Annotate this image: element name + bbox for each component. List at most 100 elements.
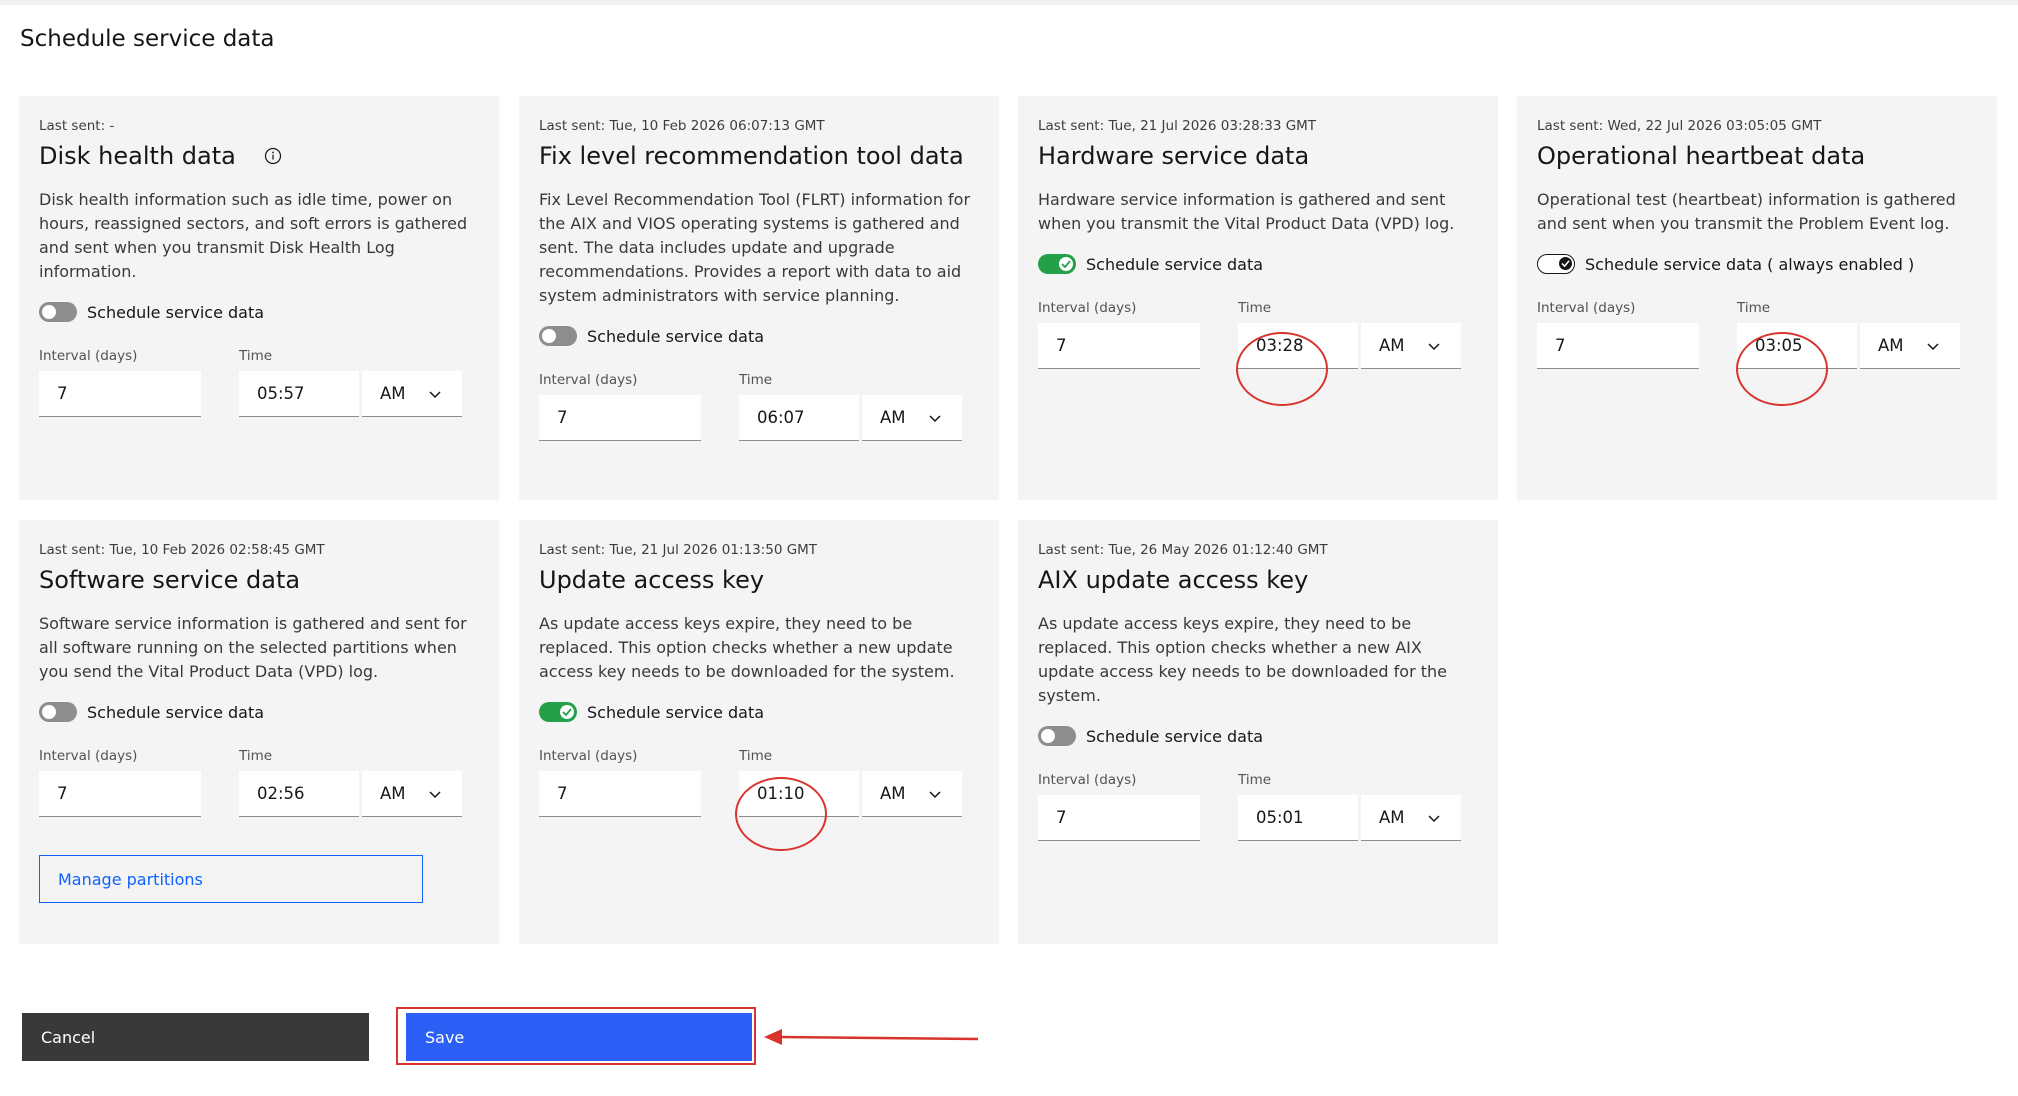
checkmark-icon bbox=[562, 708, 572, 716]
card-title-text: Disk health data bbox=[39, 142, 236, 170]
schedule-toggle-label: Schedule service data bbox=[587, 702, 765, 722]
interval-input[interactable]: 7 bbox=[1038, 795, 1200, 841]
card-description: Fix Level Recommendation Tool (FLRT) inf… bbox=[539, 190, 971, 305]
schedule-toggle-label: Schedule service data ( always enabled ) bbox=[1585, 254, 1915, 274]
card-software: Last sent: Tue, 10 Feb 2026 02:58:45 GMT… bbox=[19, 520, 499, 944]
cancel-button[interactable]: Cancel bbox=[22, 1013, 369, 1061]
ampm-value: AM bbox=[880, 784, 906, 803]
ampm-value: AM bbox=[880, 408, 906, 427]
schedule-toggle[interactable] bbox=[39, 702, 77, 722]
last-sent: Last sent: Tue, 21 Jul 2026 03:28:33 GMT bbox=[1038, 118, 1317, 134]
card-description: Operational test (heartbeat) information… bbox=[1537, 190, 1956, 233]
card-title-text: Operational heartbeat data bbox=[1537, 142, 1866, 170]
interval-label: Interval (days) bbox=[539, 748, 638, 764]
schedule-toggle-label: Schedule service data bbox=[87, 302, 265, 322]
checkmark-icon bbox=[1561, 260, 1570, 267]
schedule-toggle-locked bbox=[1537, 254, 1575, 274]
time-input[interactable]: 02:56 bbox=[239, 771, 359, 817]
time-input[interactable]: 03:05 bbox=[1737, 323, 1857, 369]
interval-label: Interval (days) bbox=[1537, 300, 1636, 316]
interval-input[interactable]: 7 bbox=[39, 371, 201, 417]
interval-label: Interval (days) bbox=[539, 372, 638, 388]
schedule-toggle-row: Schedule service data bbox=[1038, 250, 1478, 278]
card-description: Disk health information such as idle tim… bbox=[39, 190, 468, 281]
chevron-down-icon bbox=[929, 414, 941, 422]
card-title-text: Update access key bbox=[539, 566, 765, 594]
schedule-toggle[interactable] bbox=[539, 702, 577, 722]
chevron-down-icon bbox=[1927, 342, 1939, 350]
ampm-select[interactable]: AM bbox=[862, 395, 962, 441]
interval-label: Interval (days) bbox=[39, 348, 138, 364]
card-description: Software service information is gathered… bbox=[39, 614, 467, 681]
time-label: Time bbox=[239, 348, 273, 364]
schedule-toggle-label: Schedule service data bbox=[587, 326, 765, 346]
interval-input[interactable]: 7 bbox=[1038, 323, 1200, 369]
interval-label: Interval (days) bbox=[1038, 300, 1137, 316]
card-title-text: Fix level recommendation tool data bbox=[539, 142, 964, 170]
card-title-text: Hardware service data bbox=[1038, 142, 1310, 170]
interval-label: Interval (days) bbox=[1038, 772, 1137, 788]
time-input[interactable]: 03:28 bbox=[1238, 323, 1358, 369]
schedule-toggle-label: Schedule service data bbox=[1086, 726, 1264, 746]
ampm-value: AM bbox=[1379, 336, 1405, 355]
interval-input[interactable]: 7 bbox=[539, 395, 701, 441]
ampm-value: AM bbox=[1878, 336, 1904, 355]
last-sent: Last sent: Tue, 26 May 2026 01:12:40 GMT bbox=[1038, 542, 1328, 558]
checkmark-icon bbox=[1061, 260, 1071, 268]
card-title: Software service data bbox=[39, 566, 479, 594]
interval-input[interactable]: 7 bbox=[39, 771, 201, 817]
save-button[interactable]: Save bbox=[406, 1013, 752, 1061]
time-label: Time bbox=[1737, 300, 1771, 316]
card-description: As update access keys expire, they need … bbox=[539, 614, 955, 681]
chevron-down-icon bbox=[429, 790, 441, 798]
card-title: Update access key bbox=[539, 566, 979, 594]
ampm-value: AM bbox=[380, 784, 406, 803]
time-label: Time bbox=[739, 372, 773, 388]
schedule-toggle[interactable] bbox=[1038, 726, 1076, 746]
last-sent: Last sent: Tue, 10 Feb 2026 06:07:13 GMT bbox=[539, 118, 825, 134]
ampm-select[interactable]: AM bbox=[862, 771, 962, 817]
info-icon[interactable] bbox=[264, 147, 282, 165]
schedule-toggle-row: Schedule service data bbox=[539, 698, 979, 726]
arrow-left-icon bbox=[764, 1029, 979, 1045]
card-title: Operational heartbeat data bbox=[1537, 142, 1977, 170]
card-title: Hardware service data bbox=[1038, 142, 1478, 170]
schedule-toggle-label: Schedule service data bbox=[1086, 254, 1264, 274]
card-aix-update-access-key: Last sent: Tue, 26 May 2026 01:12:40 GMT… bbox=[1018, 520, 1498, 944]
card-description: As update access keys expire, they need … bbox=[1038, 614, 1447, 705]
time-input[interactable]: 05:57 bbox=[239, 371, 359, 417]
chevron-down-icon bbox=[429, 390, 441, 398]
ampm-select[interactable]: AM bbox=[362, 771, 462, 817]
time-label: Time bbox=[1238, 772, 1272, 788]
card-update-access-key: Last sent: Tue, 21 Jul 2026 01:13:50 GMT… bbox=[519, 520, 999, 944]
schedule-toggle-row: Schedule service data bbox=[39, 298, 479, 326]
card-title: AIX update access key bbox=[1038, 566, 1478, 594]
last-sent: Last sent: Tue, 10 Feb 2026 02:58:45 GMT bbox=[39, 542, 325, 558]
top-divider bbox=[0, 0, 2018, 5]
interval-input[interactable]: 7 bbox=[1537, 323, 1699, 369]
schedule-toggle-row: Schedule service data bbox=[539, 322, 979, 350]
interval-input[interactable]: 7 bbox=[539, 771, 701, 817]
card-hardware: Last sent: Tue, 21 Jul 2026 03:28:33 GMT… bbox=[1018, 96, 1498, 500]
manage-partitions-button[interactable]: Manage partitions bbox=[39, 855, 423, 903]
time-input[interactable]: 05:01 bbox=[1238, 795, 1358, 841]
time-label: Time bbox=[739, 748, 773, 764]
ampm-select[interactable]: AM bbox=[362, 371, 462, 417]
card-heartbeat: Last sent: Wed, 22 Jul 2026 03:05:05 GMT… bbox=[1517, 96, 1997, 500]
ampm-value: AM bbox=[380, 384, 406, 403]
schedule-toggle[interactable] bbox=[539, 326, 577, 346]
card-title: Fix level recommendation tool data bbox=[539, 142, 979, 170]
card-title: Disk health data bbox=[39, 142, 479, 170]
page-title: Schedule service data bbox=[20, 26, 275, 52]
schedule-toggle-label: Schedule service data bbox=[87, 702, 265, 722]
schedule-toggle-row: Schedule service data bbox=[39, 698, 479, 726]
ampm-select[interactable]: AM bbox=[1361, 323, 1461, 369]
time-input[interactable]: 01:10 bbox=[739, 771, 859, 817]
ampm-select[interactable]: AM bbox=[1860, 323, 1960, 369]
schedule-toggle[interactable] bbox=[39, 302, 77, 322]
time-input[interactable]: 06:07 bbox=[739, 395, 859, 441]
chevron-down-icon bbox=[929, 790, 941, 798]
last-sent: Last sent: - bbox=[39, 118, 115, 134]
schedule-toggle[interactable] bbox=[1038, 254, 1076, 274]
ampm-select[interactable]: AM bbox=[1361, 795, 1461, 841]
